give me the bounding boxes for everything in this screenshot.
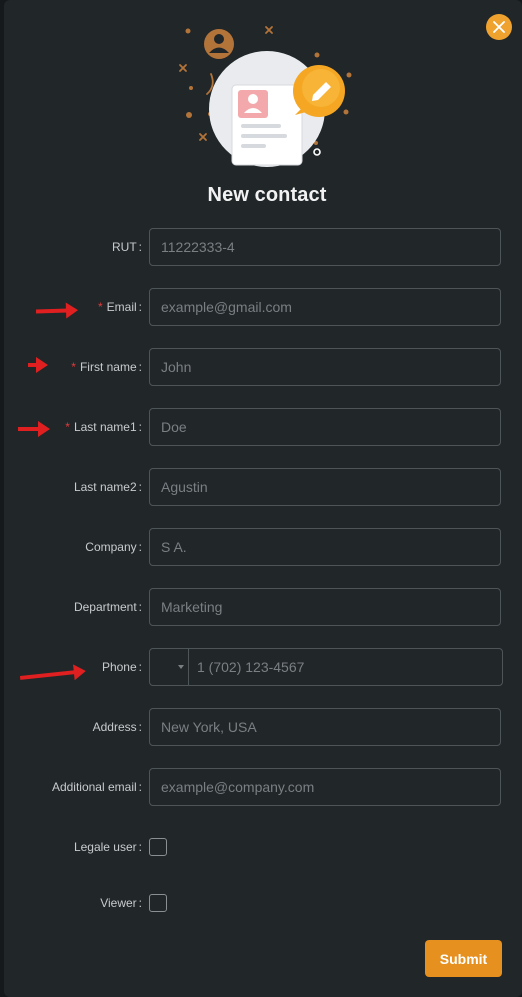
last-name1-label: * Last name1: (65, 420, 142, 434)
form-row-department: Department: (4, 588, 522, 626)
rut-input[interactable] (149, 228, 501, 266)
form-row-additional-email: Additional email: (4, 768, 522, 806)
address-label: Address: (92, 720, 142, 734)
viewer-checkbox[interactable] (149, 894, 167, 912)
first-name-input[interactable] (149, 348, 501, 386)
modal-title: New contact (207, 184, 327, 206)
department-input[interactable] (149, 588, 501, 626)
avatar-icon (204, 29, 234, 59)
phone-input[interactable] (189, 649, 502, 685)
company-input[interactable] (149, 528, 501, 566)
last-name1-input[interactable] (149, 408, 501, 446)
phone-label: Phone: (101, 660, 142, 674)
contact-card-illustration (179, 26, 352, 167)
first-name-label: * First name: (71, 360, 142, 374)
legale-user-label: Legale user: (73, 840, 142, 854)
form-row-email: * Email: (4, 288, 522, 326)
rut-label: RUT: (111, 240, 142, 254)
form-row-viewer: Viewer: (4, 884, 522, 922)
additional-email-label: Additional email: (51, 780, 142, 794)
department-label: Department: (73, 600, 142, 614)
form-row-first-name: * First name: (4, 348, 522, 386)
additional-email-input[interactable] (149, 768, 501, 806)
form-row-last-name2: Last name2: (4, 468, 522, 506)
email-label: * Email: (97, 300, 142, 314)
form-row-company: Company: (4, 528, 522, 566)
legale-user-checkbox[interactable] (149, 838, 167, 856)
edit-pencil-icon (293, 65, 345, 117)
email-input[interactable] (149, 288, 501, 326)
close-icon (493, 21, 505, 33)
viewer-label: Viewer: (100, 896, 142, 910)
form-row-phone: Phone: (4, 648, 522, 686)
phone-field (149, 648, 503, 686)
chevron-down-icon (178, 665, 184, 669)
submit-button[interactable]: Submit (425, 940, 502, 977)
last-name2-input[interactable] (149, 468, 501, 506)
form-row-address: Address: (4, 708, 522, 746)
form-row-rut: RUT: (4, 228, 522, 266)
form-row-legale-user: Legale user: (4, 828, 522, 866)
close-button[interactable] (486, 14, 512, 40)
company-label: Company: (85, 540, 142, 554)
form-row-last-name1: * Last name1: (4, 408, 522, 446)
last-name2-label: Last name2: (73, 480, 142, 494)
new-contact-modal: New contact RUT: *Email: *First name: *L… (4, 0, 522, 997)
document-icon (231, 84, 303, 166)
address-input[interactable] (149, 708, 501, 746)
phone-country-select[interactable] (150, 649, 189, 685)
